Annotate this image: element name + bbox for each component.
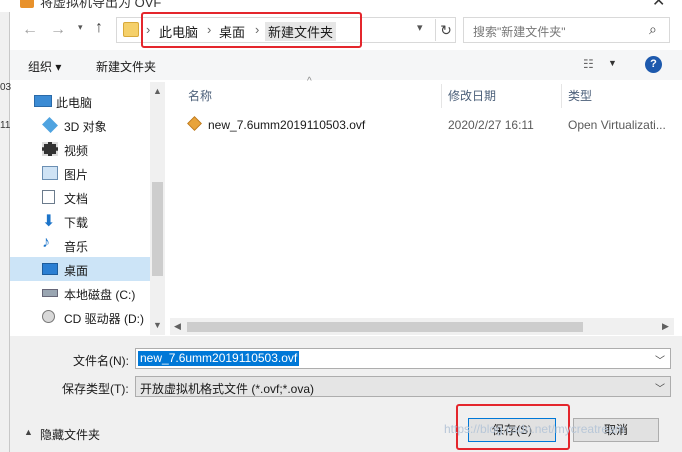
filetype-select[interactable]: 开放虚拟机格式文件 (*.ovf;*.ova) ﹀ [135,376,671,397]
video-icon [42,142,58,156]
nav-item-this-pc[interactable]: 此电脑 [10,89,150,113]
file-list-scroll-thumb[interactable] [187,322,583,332]
document-icon [42,190,55,204]
search-placeholder: 搜索"新建文件夹" [473,25,566,39]
back-arrow-icon[interactable]: ← [22,21,38,39]
nav-pane-scroll-thumb[interactable] [152,182,163,276]
filetype-label: 保存类型(T): [62,382,129,396]
up-arrow-icon[interactable]: ↑ [95,19,103,37]
nav-item-label: 桌面 [64,264,89,278]
nav-item-local-disk[interactable]: 本地磁盘 (C:) [10,281,150,305]
nav-item-label: 文档 [64,192,89,206]
column-header-type[interactable]: 类型 [568,87,592,104]
filename-dropdown-icon[interactable]: ﹀ [655,352,665,367]
address-dropdown-icon[interactable]: ▾ [417,21,423,34]
scroll-right-icon[interactable]: ▶ [662,321,669,332]
hide-folders-toggle[interactable]: 隐藏文件夹 [40,426,100,443]
nav-item-cd-drive[interactable]: CD 驱动器 (D:) [10,305,150,329]
column-header-name[interactable]: 名称 [188,87,212,104]
cd-drive-icon [42,310,55,323]
nav-item-label: 此电脑 [56,96,93,110]
scroll-left-icon[interactable]: ◀ [174,321,181,332]
refresh-icon[interactable]: ↻ [435,19,456,41]
cube-icon [42,117,58,133]
window-title: 将虚拟机导出为 OVF [40,0,162,10]
picture-icon [42,166,58,180]
app-icon [20,0,34,8]
column-header-modified[interactable]: 修改日期 [448,87,496,104]
help-icon[interactable]: ? [645,56,662,73]
column-divider[interactable] [441,84,442,108]
search-input[interactable]: 搜索"新建文件夹" ⌕ [463,17,670,43]
forward-arrow-icon[interactable]: → [50,21,66,39]
filetype-dropdown-icon[interactable]: ﹀ [655,380,665,395]
scroll-up-icon[interactable]: ▲ [153,86,162,96]
filetype-value: 开放虚拟机格式文件 (*.ovf;*.ova) [140,382,315,396]
organize-menu-button[interactable]: 组织 ▾ [28,58,61,75]
scroll-down-icon[interactable]: ▼ [153,320,162,330]
new-folder-button[interactable]: 新建文件夹 [96,58,156,75]
close-icon[interactable]: ✕ [652,0,665,11]
column-divider[interactable] [561,84,562,108]
nav-item-videos[interactable]: 视频 [10,137,150,161]
desktop-icon [42,263,58,275]
folder-icon [123,22,139,37]
toolbar: 组织 ▾ 新建文件夹 ☷ ▼ [10,50,682,80]
nav-item-label: 本地磁盘 (C:) [64,288,136,302]
file-type: Open Virtualizati... [568,118,666,132]
ovf-file-icon [187,116,202,131]
sort-ascending-icon: ^ [307,76,312,87]
view-dropdown-icon[interactable]: ▼ [608,58,617,68]
background-window-text: 11 [0,120,11,131]
recent-chevron-icon[interactable]: ▾ [78,22,83,33]
highlight-box-address [141,12,362,48]
nav-item-music[interactable]: ♪ 音乐 [10,233,150,257]
music-icon: ♪ [42,234,50,251]
drive-icon [42,289,58,297]
nav-item-label: 3D 对象 [64,120,107,134]
search-icon[interactable]: ⌕ [649,21,657,38]
nav-item-downloads[interactable]: ⬇ 下载 [10,209,150,233]
file-row[interactable]: new_7.6umm2019110503.ovf 2020/2/27 16:11… [170,114,682,136]
nav-item-documents[interactable]: 文档 [10,185,150,209]
filename-label: 文件名(N): [73,354,129,368]
file-modified: 2020/2/27 16:11 [448,118,534,132]
nav-item-label: 视频 [64,144,89,158]
file-name: new_7.6umm2019110503.ovf [208,118,366,132]
computer-icon [34,95,52,107]
filename-field[interactable]: new_7.6umm2019110503.ovf ﹀ [135,348,671,369]
nav-item-label: 下载 [64,216,89,230]
nav-item-3d-objects[interactable]: 3D 对象 [10,113,150,137]
nav-item-desktop[interactable]: 桌面 [10,257,150,281]
nav-item-label: CD 驱动器 (D:) [64,312,144,326]
background-window-edge [0,0,10,452]
nav-item-label: 音乐 [64,240,89,254]
view-options-icon[interactable]: ☷ [583,57,594,71]
download-icon: ⬇ [42,213,56,230]
title-bar: 将虚拟机导出为 OVF ✕ [0,0,682,12]
watermark-text: https://blog.csdn.net/mycreatream [444,422,625,436]
nav-item-label: 图片 [64,168,89,182]
collapse-chevron-icon[interactable]: ▲ [24,427,33,437]
filename-value: new_7.6umm2019110503.ovf [138,351,300,366]
nav-item-pictures[interactable]: 图片 [10,161,150,185]
